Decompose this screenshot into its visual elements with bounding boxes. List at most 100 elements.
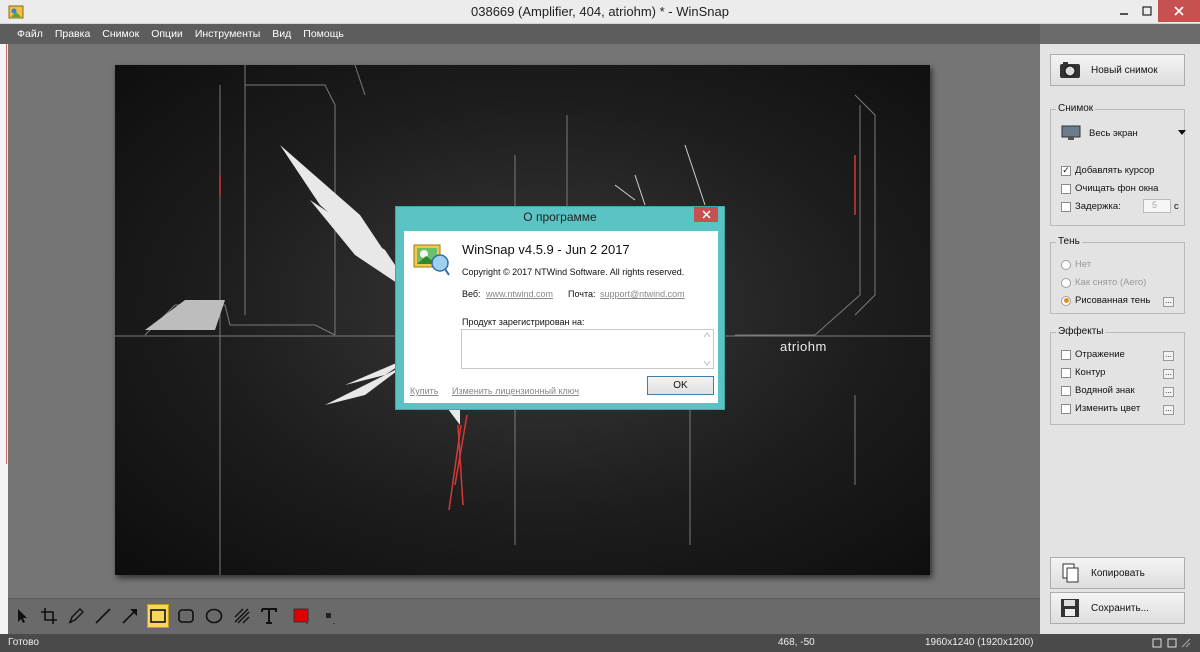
dialog-title: О программе: [523, 210, 597, 224]
status-bar: Готово 468, -50 1960x1240 (1920x1200): [0, 634, 1200, 652]
save-disk-icon: [1061, 599, 1079, 617]
outline-settings-button[interactable]: ...: [1163, 369, 1174, 379]
line-width-picker[interactable]: [318, 604, 340, 628]
capture-mode-value: Весь экран: [1089, 127, 1138, 139]
add-cursor-checkbox[interactable]: ✓: [1061, 165, 1071, 176]
change-color-checkbox[interactable]: [1061, 403, 1071, 414]
shadow-aero-radio[interactable]: [1061, 277, 1071, 288]
copyright-text: Copyright © 2017 NTWind Software. All ri…: [462, 267, 685, 277]
pen-tool[interactable]: [65, 604, 87, 628]
watermark-checkbox[interactable]: [1061, 385, 1071, 396]
close-icon: [1174, 6, 1184, 16]
field-scrollbar[interactable]: [701, 330, 713, 368]
ok-button[interactable]: OK: [647, 376, 714, 395]
maximize-icon: [1142, 6, 1152, 16]
ellipse-icon: [205, 608, 223, 624]
reflection-label: Отражение: [1075, 349, 1125, 360]
outline-option[interactable]: Контур: [1061, 367, 1105, 378]
mail-link[interactable]: support@ntwind.com: [600, 289, 685, 299]
copy-label: Копировать: [1091, 567, 1145, 579]
clear-bg-option[interactable]: Очищать фон окна: [1061, 183, 1158, 194]
hatch-tool[interactable]: [231, 604, 253, 628]
menu-view[interactable]: Вид: [266, 28, 297, 40]
delay-label: Задержка:: [1075, 201, 1121, 212]
shadow-group-label: Тень: [1056, 236, 1082, 247]
arrow-tool[interactable]: [119, 604, 141, 628]
status-text: Готово: [8, 637, 39, 648]
shadow-drawn-label: Рисованная тень: [1075, 295, 1151, 306]
watermark-option[interactable]: Водяной знак: [1061, 385, 1135, 396]
crop-icon: [41, 608, 57, 624]
outline-checkbox[interactable]: [1061, 367, 1071, 378]
minimize-button[interactable]: [1112, 0, 1136, 22]
registered-field[interactable]: [461, 329, 714, 369]
settings-panel: Новый снимок Снимок Весь экран ✓ Добавля…: [1040, 44, 1200, 634]
rounded-rectangle-icon: [178, 609, 194, 623]
menu-help[interactable]: Помощь: [297, 28, 350, 40]
capture-mode-select[interactable]: Весь экран: [1061, 122, 1186, 144]
select-tool[interactable]: [12, 604, 34, 628]
effects-group-label: Эффекты: [1056, 326, 1106, 337]
chevron-down-icon: [1178, 130, 1186, 135]
new-snapshot-button[interactable]: Новый снимок: [1050, 54, 1185, 86]
color-swatch-icon: [293, 608, 309, 624]
rectangle-icon: [150, 609, 166, 623]
cursor-coords: 468, -50: [778, 637, 815, 648]
shadow-none-option[interactable]: Нет: [1061, 259, 1091, 270]
crop-tool[interactable]: [38, 604, 60, 628]
add-cursor-option[interactable]: ✓ Добавлять курсор: [1061, 165, 1154, 176]
arrow-icon: [122, 609, 137, 624]
pen-icon: [68, 608, 84, 624]
buy-link[interactable]: Купить: [410, 386, 438, 396]
shadow-drawn-option[interactable]: Рисованная тень: [1061, 295, 1150, 306]
shadow-drawn-radio[interactable]: [1061, 295, 1071, 306]
change-color-settings-button[interactable]: ...: [1163, 405, 1174, 415]
rectangle-tool[interactable]: [147, 604, 169, 628]
menu-edit[interactable]: Правка: [49, 28, 96, 40]
menu-tools[interactable]: Инструменты: [189, 28, 266, 40]
wallpaper-label: atriohm: [780, 339, 827, 354]
text-tool[interactable]: [258, 604, 280, 628]
reflection-checkbox[interactable]: [1061, 349, 1071, 360]
copy-icon: [1062, 563, 1079, 583]
watermark-label: Водяной знак: [1075, 385, 1135, 396]
shadow-group: Тень Нет Как снято (Aero) Рисованная тен…: [1050, 236, 1185, 314]
menu-options[interactable]: Опции: [145, 28, 189, 40]
rounded-rect-tool[interactable]: [175, 604, 197, 628]
line-icon: [95, 608, 111, 624]
new-snapshot-label: Новый снимок: [1091, 64, 1158, 76]
ellipse-tool[interactable]: [203, 604, 225, 628]
close-button[interactable]: [1158, 0, 1200, 22]
color-picker[interactable]: [290, 604, 312, 628]
change-key-link[interactable]: Изменить лицензионный ключ: [452, 386, 579, 396]
copy-button[interactable]: Копировать: [1050, 557, 1185, 589]
shadow-none-radio[interactable]: [1061, 259, 1071, 270]
delay-checkbox[interactable]: [1061, 201, 1071, 212]
web-link[interactable]: www.ntwind.com: [486, 289, 553, 299]
mail-label: Почта:: [568, 289, 596, 299]
shadow-aero-option[interactable]: Как снято (Aero): [1061, 277, 1146, 288]
reflection-settings-button[interactable]: ...: [1163, 351, 1174, 361]
watermark-settings-button[interactable]: ...: [1163, 387, 1174, 397]
maximize-button[interactable]: [1136, 0, 1158, 22]
about-dialog: О программе WinSnap v4.5.9 - Jun 2 2017 …: [395, 206, 725, 410]
reflection-option[interactable]: Отражение: [1061, 349, 1125, 360]
left-edge: [0, 44, 8, 634]
delay-spinner[interactable]: 5: [1143, 199, 1171, 213]
shadow-none-label: Нет: [1075, 259, 1092, 270]
save-button[interactable]: Сохранить...: [1050, 592, 1185, 624]
line-tool[interactable]: [92, 604, 114, 628]
delay-option[interactable]: Задержка: 5 с: [1061, 199, 1186, 213]
dialog-close-button[interactable]: [694, 207, 718, 222]
shadow-settings-button[interactable]: ...: [1163, 297, 1174, 307]
outline-label: Контур: [1075, 367, 1106, 378]
menu-snapshot[interactable]: Снимок: [96, 28, 145, 40]
line-width-icon: [326, 613, 335, 624]
shadow-aero-label: Как снято (Aero): [1075, 277, 1147, 288]
scroll-arrows-icon: [703, 332, 711, 366]
clear-bg-checkbox[interactable]: [1061, 183, 1071, 194]
change-color-option[interactable]: Изменить цвет: [1061, 403, 1140, 414]
status-icons: [1152, 637, 1192, 652]
menu-file[interactable]: Файл: [11, 28, 49, 40]
change-color-label: Изменить цвет: [1075, 403, 1141, 414]
